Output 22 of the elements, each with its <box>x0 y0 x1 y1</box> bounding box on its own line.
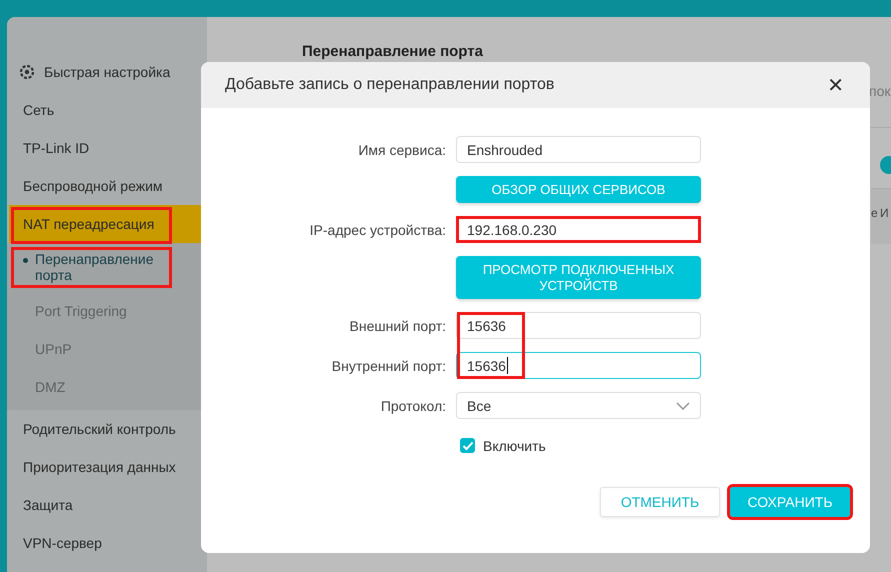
page-title: Перенаправление порта <box>302 43 483 60</box>
submenu-item[interactable]: Перенаправление порта <box>13 249 170 286</box>
input-field[interactable]: Enshrouded <box>456 136 701 163</box>
input-field[interactable]: 192.168.0.230 <box>456 216 701 243</box>
gear-icon <box>19 64 35 80</box>
protocol-select[interactable]: Все <box>456 392 701 419</box>
field-label: Внешний порт: <box>350 318 446 334</box>
chevron-icon <box>676 402 690 410</box>
column-header: е И <box>871 188 891 244</box>
sidebar-item[interactable]: Быстрая настройка <box>7 53 207 91</box>
bullet-icon <box>23 258 28 263</box>
dialog-title: Добавьте запись о перенаправлении портов <box>225 76 554 94</box>
input-field[interactable]: 15636 <box>456 352 701 379</box>
checkbox-label: Включить <box>483 438 546 454</box>
field-label: Внутренний порт: <box>332 358 446 374</box>
checkbox[interactable] <box>460 438 475 453</box>
field-label: Протокол: <box>380 398 446 414</box>
input-field[interactable]: 15636 <box>456 312 701 339</box>
field-label: Имя сервиса: <box>358 142 446 158</box>
close-button[interactable]: ✕ <box>825 73 846 97</box>
field-label: IP-адрес устройства: <box>310 222 446 238</box>
label-fragment: пок <box>869 83 890 99</box>
